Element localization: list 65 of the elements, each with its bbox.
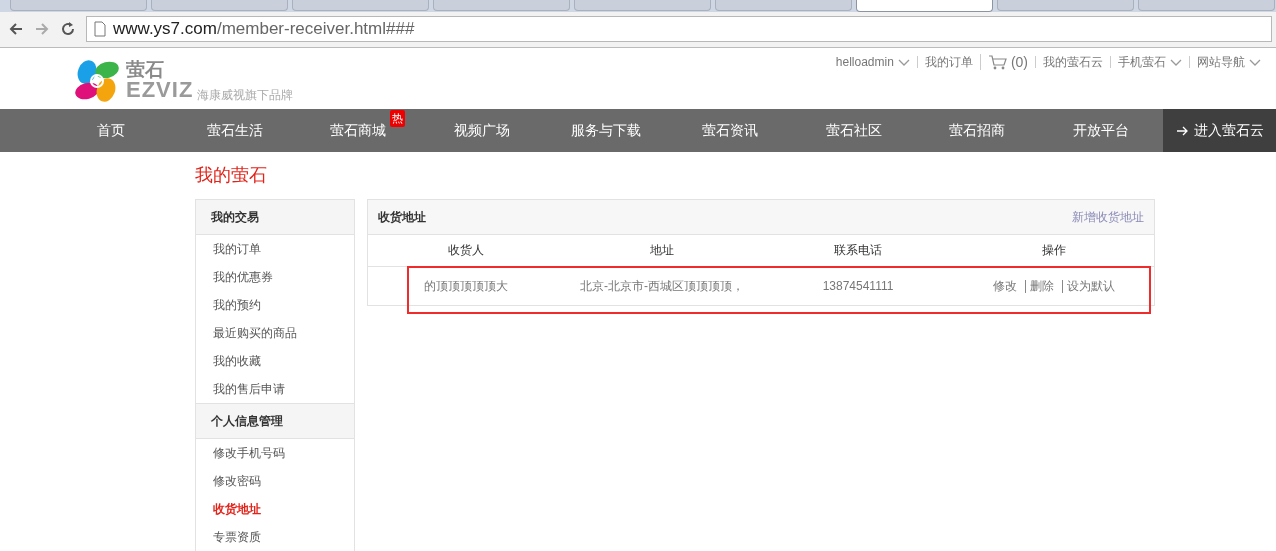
browser-tab[interactable] xyxy=(433,0,570,11)
column-header: 收货人 xyxy=(447,242,485,259)
page-title: 我的萤石 xyxy=(195,164,268,186)
add-address-link[interactable]: 新增收货地址 xyxy=(1072,208,1144,226)
sidebar-item[interactable]: 最近购买的商品 xyxy=(196,319,354,347)
action-link[interactable]: 修改 xyxy=(989,279,1021,293)
enter-cloud-button[interactable]: 进入萤石云 xyxy=(1163,109,1276,152)
sidebar-item[interactable]: 我的收藏 xyxy=(196,347,354,375)
browser-tab[interactable] xyxy=(574,0,711,11)
sidebar-item[interactable]: 我的售后申请 xyxy=(196,375,354,403)
nav-item[interactable]: 萤石社区 xyxy=(791,109,916,152)
action-link[interactable]: 删除 xyxy=(1025,279,1058,293)
browser-tab[interactable] xyxy=(997,0,1134,11)
nav-item[interactable]: 视频广场 xyxy=(420,109,545,152)
column-header: 操作 xyxy=(1041,242,1067,259)
top-menu-link[interactable]: helloadmin xyxy=(835,56,894,68)
arrow-right-icon xyxy=(1175,124,1188,137)
nav-item[interactable]: 开放平台 xyxy=(1039,109,1164,152)
sidebar-item[interactable]: 我的订单 xyxy=(196,235,354,263)
table-cell-text: 北京-北京市-西城区顶顶顶顶， xyxy=(579,277,745,295)
browser-tab[interactable] xyxy=(151,0,288,11)
sidebar-item[interactable]: 修改手机号码 xyxy=(196,439,354,467)
nav-item[interactable]: 萤石招商 xyxy=(915,109,1040,152)
top-menu-link[interactable]: 手机萤石 xyxy=(1118,56,1166,68)
nav-item[interactable]: 萤石资讯 xyxy=(668,109,792,152)
table-cell-text: 13874541111 xyxy=(821,279,895,293)
table-cell-text: 的顶顶顶顶顶大 xyxy=(423,277,509,295)
chevron-down-icon xyxy=(897,57,910,67)
page-icon xyxy=(93,21,107,37)
sidebar-item[interactable]: 我的优惠券 xyxy=(196,263,354,291)
logo-brand: EZVIZ xyxy=(126,79,194,101)
browser-tab[interactable] xyxy=(1138,0,1275,11)
panel-title: 收货地址 xyxy=(378,208,426,226)
logo-flower-icon xyxy=(74,57,120,104)
column-header: 地址 xyxy=(649,242,675,259)
hot-badge: 热 xyxy=(390,109,406,127)
logo-name: 萤石 xyxy=(126,60,165,79)
chevron-down-icon xyxy=(1170,57,1182,67)
reload-icon xyxy=(60,21,76,37)
browser-tab[interactable] xyxy=(292,0,429,11)
action-link[interactable]: 设为默认 xyxy=(1062,279,1119,293)
sidebar-heading: 个人信息管理 xyxy=(196,403,354,439)
nav-item[interactable]: 服务与下载 xyxy=(544,109,668,152)
sidebar-item[interactable]: 收货地址 xyxy=(196,495,354,523)
cart-count[interactable]: (0) xyxy=(1010,56,1028,68)
sidebar-item[interactable]: 修改密码 xyxy=(196,467,354,495)
address-bar[interactable]: www.ys7.com/member-receiver.html### xyxy=(86,16,1272,42)
nav-item[interactable]: 萤石生活 xyxy=(172,109,297,152)
cart-icon xyxy=(987,54,1007,70)
browser-tab[interactable] xyxy=(715,0,852,11)
tagline: 海康威视旗下品牌 xyxy=(197,89,294,101)
column-header: 联系电话 xyxy=(833,242,883,259)
nav-item[interactable]: 萤石商城 热 xyxy=(296,109,421,152)
nav-item[interactable]: 首页 xyxy=(49,109,173,152)
sidebar-item[interactable]: 我的预约 xyxy=(196,291,354,319)
browser-tab[interactable] xyxy=(10,0,147,11)
chevron-down-icon xyxy=(1249,57,1261,67)
forward-icon xyxy=(34,21,50,37)
sidebar-heading: 我的交易 xyxy=(196,200,354,235)
back-icon xyxy=(8,21,24,37)
top-link[interactable]: 我的萤石云 xyxy=(1043,56,1103,68)
top-menu-link[interactable]: 网站导航 xyxy=(1197,56,1245,68)
top-link[interactable]: 我的订单 xyxy=(924,56,973,68)
sidebar-item[interactable]: 专票资质 xyxy=(196,523,354,551)
browser-tab[interactable] xyxy=(856,0,993,12)
